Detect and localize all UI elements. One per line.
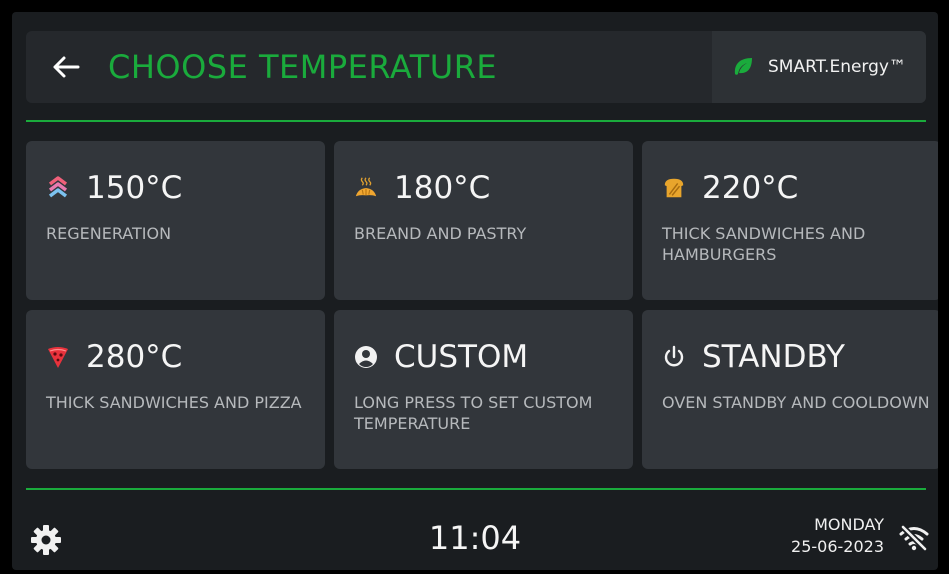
date-display: MONDAY 25-06-2023 [791, 514, 884, 558]
pizza-icon [46, 345, 70, 369]
preset-temperature: 220°C [702, 170, 799, 206]
leaf-icon [734, 58, 753, 75]
preset-card-regeneration[interactable]: 150°C REGENERATION [26, 141, 325, 300]
preset-title: STANDBY [702, 339, 845, 375]
preset-description: REGENERATION [46, 224, 172, 243]
header-bar: CHOOSE TEMPERATURE SMART.Energy™ [26, 31, 926, 103]
page-title: CHOOSE TEMPERATURE [108, 48, 498, 86]
preset-description: THICK SANDWICHES AND PIZZA [46, 393, 302, 412]
date-label: 25-06-2023 [791, 537, 884, 556]
temperature-grid: 150°C REGENERATION 180°C BREAND AND PAST… [26, 141, 938, 471]
user-circle-icon [354, 345, 378, 369]
toast-icon [662, 176, 686, 200]
bottom-divider [26, 488, 926, 490]
preset-temperature: 150°C [86, 170, 183, 206]
regeneration-chevrons-icon [46, 176, 70, 200]
preset-description: THICK SANDWICHES AND HAMBURGERS [662, 224, 866, 264]
top-divider [26, 120, 926, 122]
smart-energy-label: SMART.Energy™ [768, 57, 906, 77]
oven-screen: CHOOSE TEMPERATURE SMART.Energy™ 150°C R… [12, 12, 938, 570]
smart-energy-button[interactable]: SMART.Energy™ [712, 31, 926, 103]
preset-temperature: 180°C [394, 170, 491, 206]
back-button[interactable] [48, 49, 84, 85]
wifi-off-icon [899, 524, 929, 552]
preset-description: BREAND AND PASTRY [354, 224, 527, 243]
day-label: MONDAY [814, 515, 884, 534]
preset-card-sandwiches-pizza[interactable]: 280°C THICK SANDWICHES AND PIZZA [26, 310, 325, 469]
power-icon [662, 345, 686, 369]
arrow-left-icon [53, 56, 80, 78]
preset-description: OVEN STANDBY AND COOLDOWN [662, 393, 930, 412]
preset-card-custom[interactable]: CUSTOM LONG PRESS TO SET CUSTOM TEMPERAT… [334, 310, 633, 469]
wifi-status[interactable] [898, 522, 930, 554]
preset-card-standby[interactable]: STANDBY OVEN STANDBY AND COOLDOWN [642, 310, 938, 469]
preset-card-sandwiches-hamburgers[interactable]: 220°C THICK SANDWICHES AND HAMBURGERS [642, 141, 938, 300]
croissant-icon [354, 176, 378, 200]
preset-temperature: 280°C [86, 339, 183, 375]
preset-description: LONG PRESS TO SET CUSTOM TEMPERATURE [354, 393, 593, 433]
preset-title: CUSTOM [394, 339, 529, 375]
preset-card-bread-pastry[interactable]: 180°C BREAND AND PASTRY [334, 141, 633, 300]
